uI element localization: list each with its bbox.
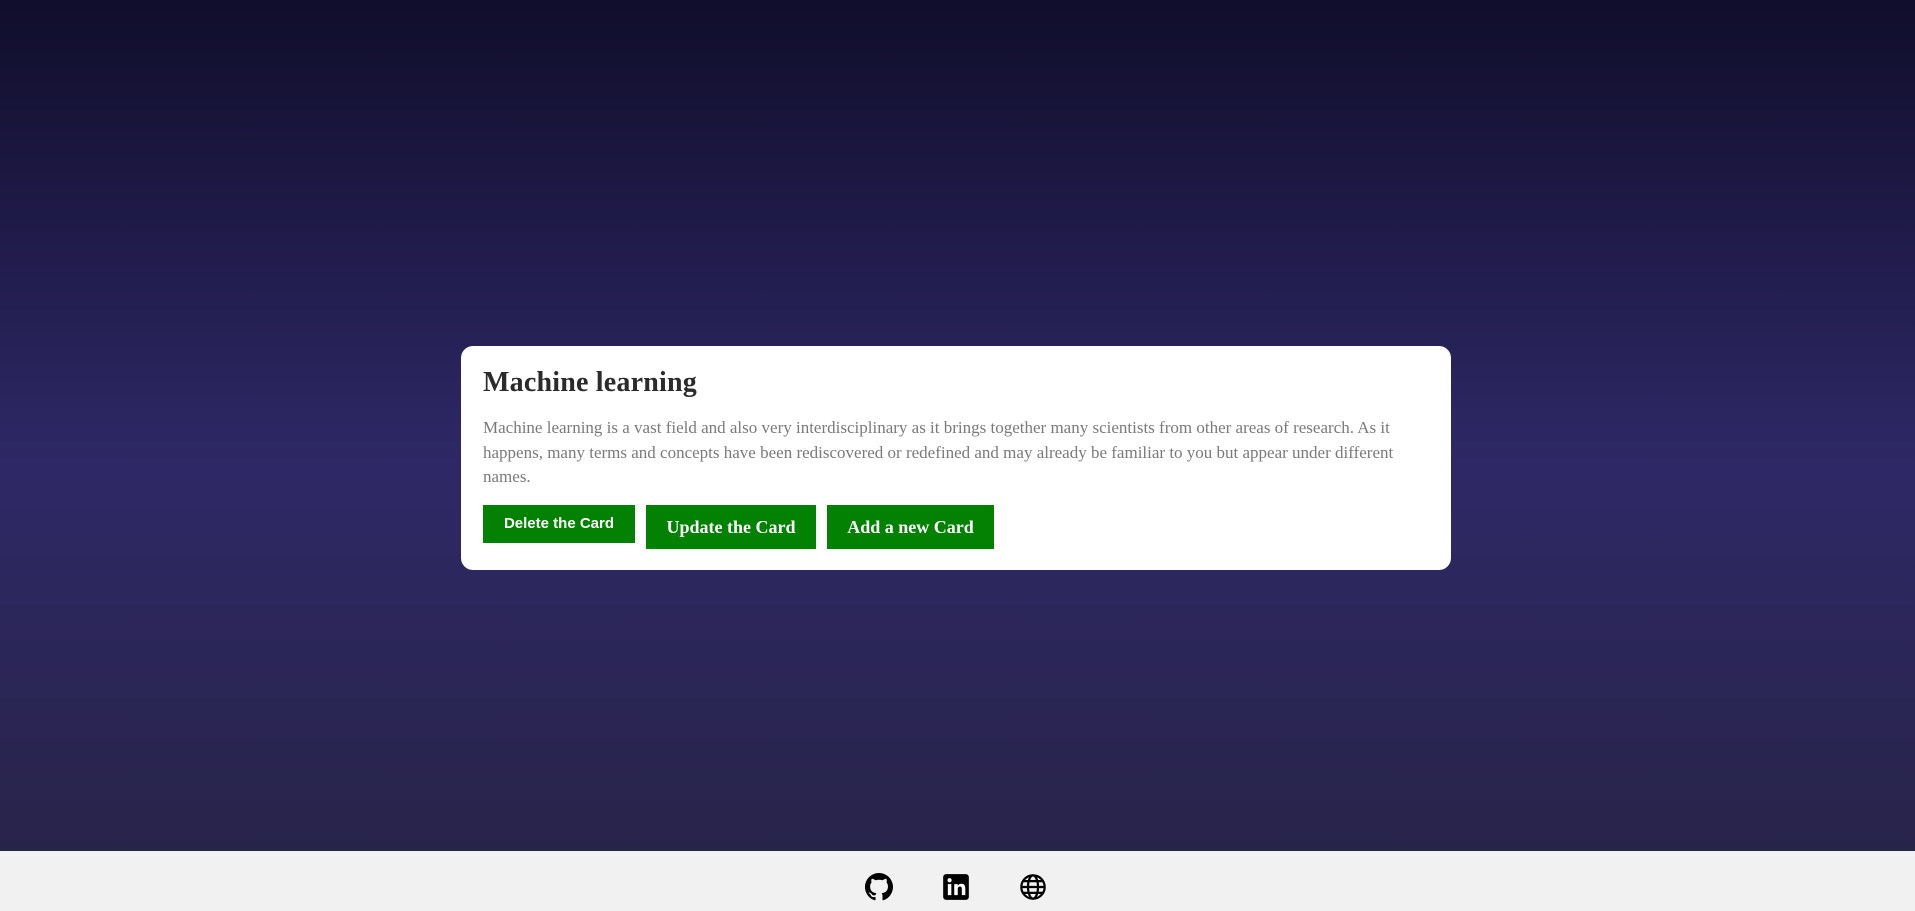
delete-card-button[interactable]: Delete the Card bbox=[483, 505, 635, 543]
linkedin-icon bbox=[942, 873, 970, 901]
globe-icon bbox=[1019, 873, 1047, 901]
website-link[interactable] bbox=[1019, 873, 1047, 901]
github-link[interactable] bbox=[865, 873, 893, 901]
card: Machine learning Machine learning is a v… bbox=[461, 346, 1451, 570]
add-card-button[interactable]: Add a new Card bbox=[827, 505, 994, 549]
linkedin-link[interactable] bbox=[942, 873, 970, 901]
footer bbox=[0, 851, 1915, 911]
card-title: Machine learning bbox=[483, 367, 697, 398]
github-icon bbox=[865, 873, 893, 901]
update-card-button[interactable]: Update the Card bbox=[646, 505, 816, 549]
card-description: Machine learning is a vast field and als… bbox=[483, 418, 1394, 486]
